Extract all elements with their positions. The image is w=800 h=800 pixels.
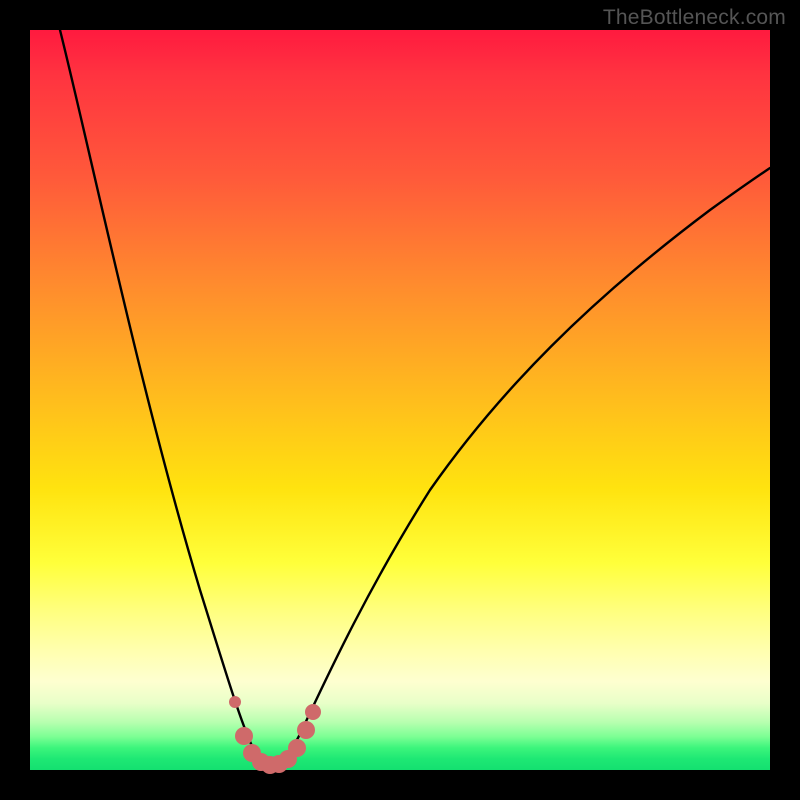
highlight-group [229,696,321,774]
plot-area [30,30,770,770]
highlight-dot [235,727,253,745]
chart-frame: TheBottleneck.com [0,0,800,800]
watermark-text: TheBottleneck.com [603,6,786,30]
highlight-dot [288,739,306,757]
highlight-dot [305,704,321,720]
highlight-dot [297,721,315,739]
curve-svg [30,30,770,770]
highlight-dot [229,696,241,708]
bottleneck-curve [60,30,770,766]
